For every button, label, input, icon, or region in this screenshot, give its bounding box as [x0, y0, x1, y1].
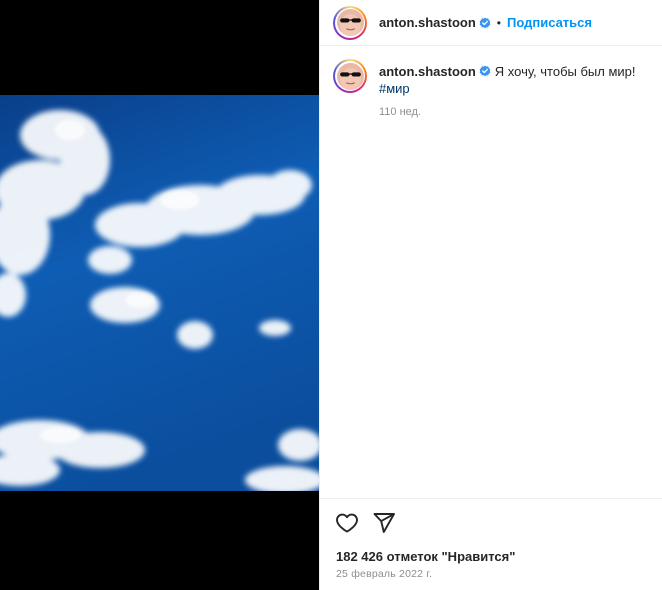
caption: anton.shastoon Я хочу, чтобы был мир! #м…	[333, 59, 651, 121]
action-icons	[335, 511, 396, 535]
separator-dot: •	[496, 15, 501, 30]
post-sidebar: anton.shastoon • Подписаться anton.shast…	[319, 0, 662, 590]
post-date: 25 февраль 2022 г.	[336, 568, 433, 580]
caption-body: anton.shastoon Я хочу, чтобы был мир! #м…	[379, 59, 636, 121]
verified-badge-icon	[479, 65, 491, 77]
post-photo[interactable]	[0, 95, 319, 491]
actions-section: 182 426 отметок "Нравится" 25 февраль 20…	[320, 498, 662, 590]
paper-plane-icon	[373, 513, 395, 533]
avatar[interactable]	[333, 5, 367, 40]
post-header: anton.shastoon • Подписаться	[320, 0, 662, 46]
likes-count[interactable]: 182 426 отметок "Нравится"	[336, 549, 515, 564]
avatar-image	[336, 62, 364, 90]
avatar-image	[336, 9, 364, 36]
caption-username[interactable]: anton.shastoon	[379, 64, 476, 79]
heart-icon	[336, 513, 358, 533]
hashtag-link[interactable]: #мир	[379, 80, 636, 97]
caption-avatar[interactable]	[333, 59, 367, 93]
sky-clouds-image	[0, 95, 319, 491]
verified-badge-icon	[479, 17, 491, 28]
caption-time-ago[interactable]: 110 нед.	[379, 104, 636, 121]
caption-text: Я хочу, чтобы был мир!	[494, 64, 636, 79]
share-button[interactable]	[372, 511, 396, 535]
like-button[interactable]	[335, 511, 359, 535]
follow-button[interactable]: Подписаться	[507, 15, 592, 30]
header-username[interactable]: anton.shastoon	[379, 15, 476, 30]
media-pane	[0, 0, 319, 590]
